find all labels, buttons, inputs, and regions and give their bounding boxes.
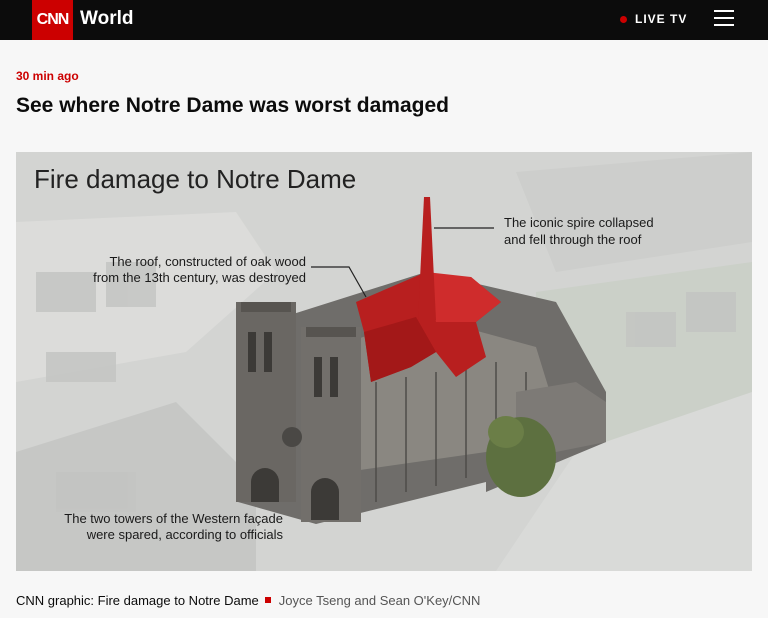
graphic-caption: CNN graphic: Fire damage to Notre Dame J… xyxy=(16,593,480,608)
cnn-logo[interactable]: CNN xyxy=(32,0,73,40)
spire-annotation-line1: The iconic spire collapsed xyxy=(504,215,654,230)
live-tv-label: LIVE TV xyxy=(635,12,688,26)
caption-text: CNN graphic: Fire damage to Notre Dame xyxy=(16,593,259,608)
top-nav-bar: CNN World LIVE TV xyxy=(0,0,768,40)
graphic-title: Fire damage to Notre Dame xyxy=(34,164,356,194)
live-tv-button[interactable]: LIVE TV xyxy=(620,12,687,26)
hamburger-menu-icon[interactable] xyxy=(714,10,734,28)
spire-annotation-line2: and fell through the roof xyxy=(504,232,642,247)
towers-annotation-line2: were spared, according to officials xyxy=(86,527,284,542)
article-headline: See where Notre Dame was worst damaged xyxy=(16,94,449,117)
towers-annotation-line1: The two towers of the Western façade xyxy=(64,511,283,526)
article-timestamp: 30 min ago xyxy=(16,69,79,83)
fire-damage-graphic[interactable]: Fire damage to Notre Dame The iconic spi… xyxy=(16,152,752,571)
section-title[interactable]: World xyxy=(80,8,133,30)
live-dot-icon xyxy=(620,15,627,23)
roof-annotation-line1: The roof, constructed of oak wood xyxy=(109,254,306,269)
roof-annotation-line2: from the 13th century, was destroyed xyxy=(93,270,306,285)
caption-credit: Joyce Tseng and Sean O'Key/CNN xyxy=(278,593,481,608)
caption-separator-icon xyxy=(264,596,271,603)
